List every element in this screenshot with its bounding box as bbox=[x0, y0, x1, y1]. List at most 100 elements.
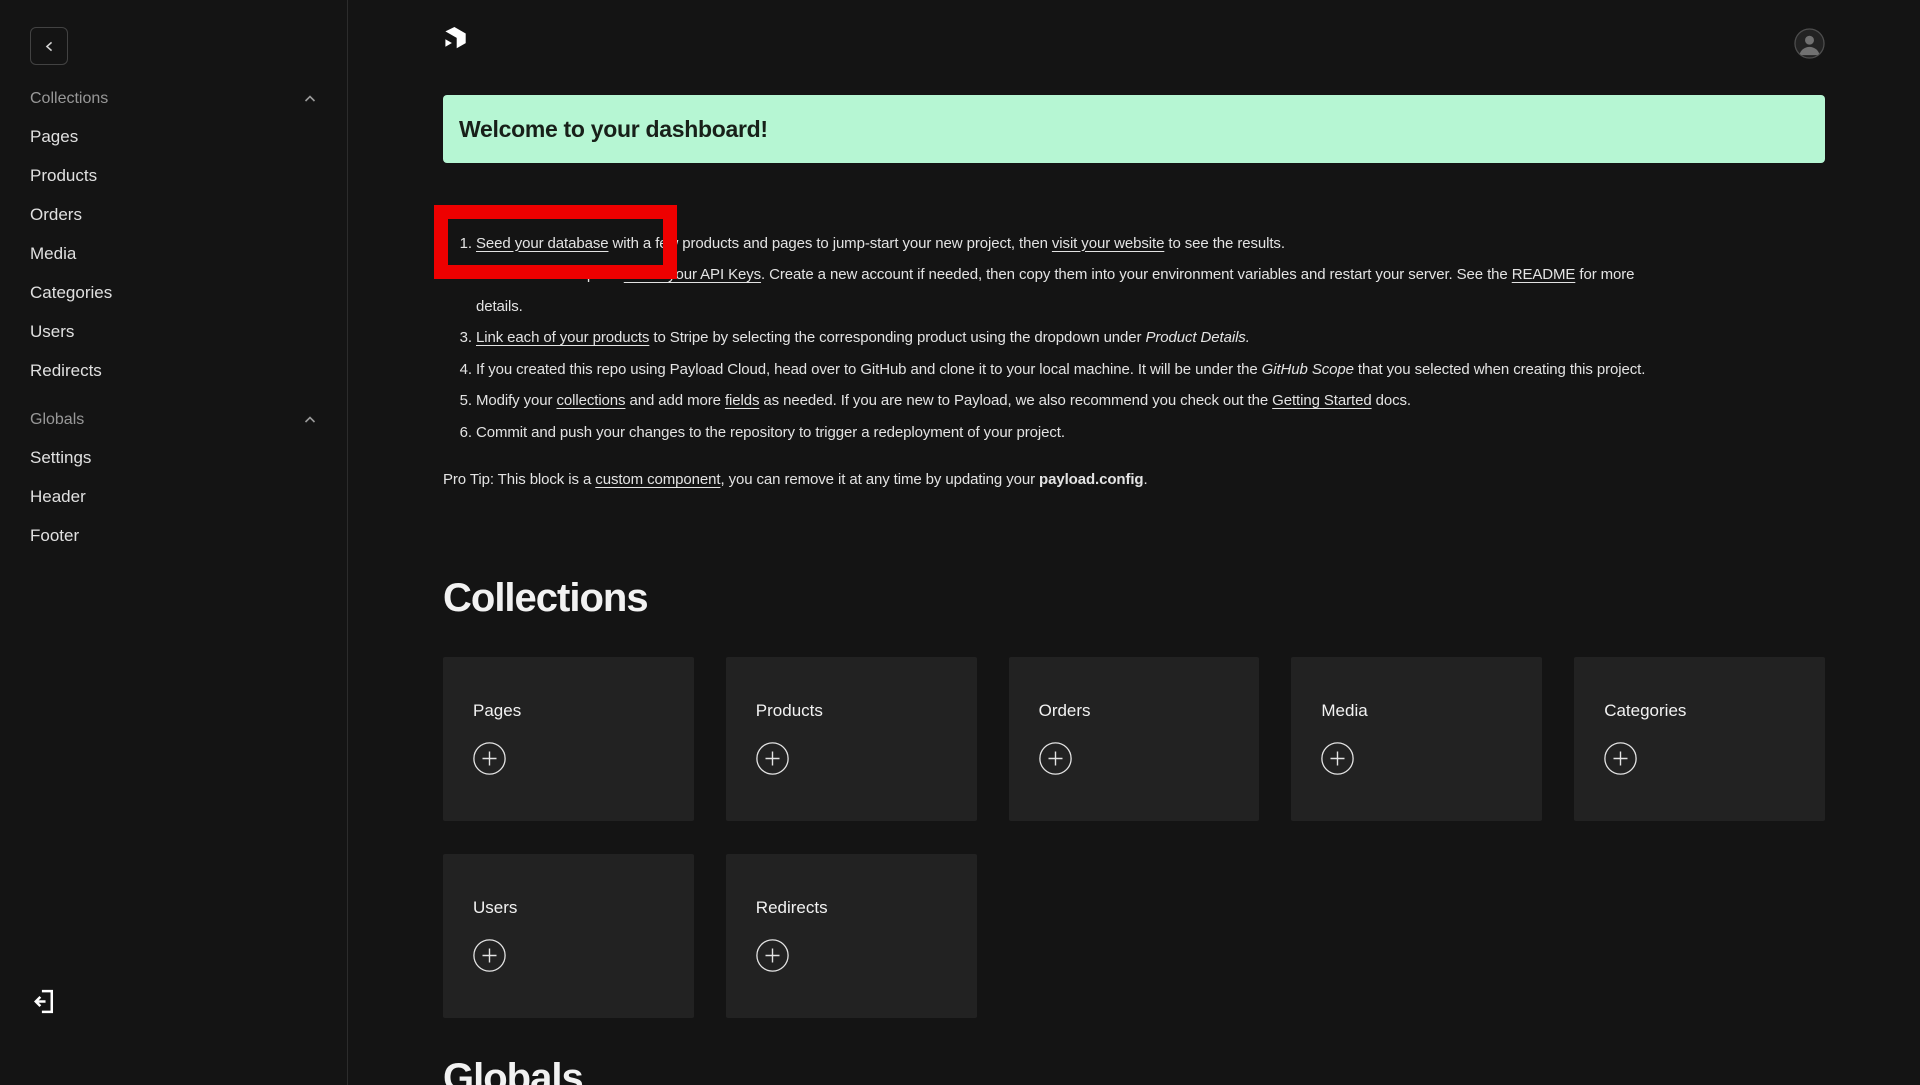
step-item: Link each of your products to Stripe by … bbox=[476, 322, 1825, 354]
card-link-users[interactable]: Users bbox=[473, 898, 517, 918]
card-link-redirects[interactable]: Redirects bbox=[756, 898, 828, 918]
logout-icon bbox=[32, 988, 57, 1015]
text-segment: for more bbox=[1575, 266, 1634, 283]
card-link-categories[interactable]: Categories bbox=[1604, 701, 1686, 721]
text-segment: docs. bbox=[1372, 392, 1411, 409]
inline-link[interactable]: obtain your API Keys bbox=[624, 266, 761, 283]
main-content: Welcome to your dashboard! Here’s what t… bbox=[349, 0, 1920, 1085]
inline-link[interactable]: visit your website bbox=[1052, 235, 1164, 252]
globals-section-toggle[interactable]: Globals bbox=[30, 410, 317, 430]
globals-heading: Globals bbox=[443, 1056, 1825, 1085]
inline-link[interactable]: collections bbox=[557, 392, 626, 409]
create-orders-button[interactable] bbox=[1039, 742, 1072, 775]
create-pages-button[interactable] bbox=[473, 742, 506, 775]
text-segment: with a few products and pages to jump-st… bbox=[608, 235, 1051, 252]
sidebar: Collections Pages Products Orders Media … bbox=[0, 0, 348, 1085]
pro-tip: Pro Tip: This block is a custom componen… bbox=[443, 464, 1825, 496]
chevron-left-icon bbox=[42, 39, 57, 54]
card-categories: Categories bbox=[1574, 657, 1825, 821]
plus-icon bbox=[756, 939, 789, 972]
sidebar-item-pages[interactable]: Pages bbox=[30, 117, 317, 156]
text-segment: Head over to Stripe to bbox=[476, 266, 624, 283]
card-link-products[interactable]: Products bbox=[756, 701, 823, 721]
inline-link[interactable]: Seed your database bbox=[476, 235, 608, 252]
welcome-banner: Welcome to your dashboard! bbox=[443, 95, 1825, 163]
section-label: Globals bbox=[30, 411, 84, 429]
plus-icon bbox=[1604, 742, 1637, 775]
chevron-up-icon bbox=[303, 92, 317, 106]
text-segment: . bbox=[1144, 471, 1148, 488]
steps-list: Seed your database with a few products a… bbox=[443, 228, 1825, 449]
account-avatar[interactable] bbox=[1794, 28, 1825, 59]
sidebar-item-header[interactable]: Header bbox=[30, 477, 317, 516]
nav-group-collections: Collections Pages Products Orders Media … bbox=[30, 89, 317, 390]
sidebar-item-products[interactable]: Products bbox=[30, 156, 317, 195]
create-users-button[interactable] bbox=[473, 939, 506, 972]
collapse-sidebar-button[interactable] bbox=[30, 27, 68, 65]
sidebar-nav: Collections Pages Products Orders Media … bbox=[0, 89, 347, 555]
text-segment: that you selected when creating this pro… bbox=[1354, 361, 1645, 378]
payload-logo-icon bbox=[443, 26, 467, 51]
create-products-button[interactable] bbox=[756, 742, 789, 775]
collections-heading: Collections bbox=[443, 576, 1825, 620]
step-item: If you created this repo using Payload C… bbox=[476, 354, 1825, 386]
card-products: Products bbox=[726, 657, 977, 821]
payload-logo[interactable] bbox=[443, 26, 467, 51]
sidebar-item-orders[interactable]: Orders bbox=[30, 195, 317, 234]
text-segment: If you created this repo using Payload C… bbox=[476, 361, 1262, 378]
topbar bbox=[443, 26, 1825, 59]
chevron-up-icon bbox=[303, 413, 317, 427]
create-redirects-button[interactable] bbox=[756, 939, 789, 972]
card-link-orders[interactable]: Orders bbox=[1039, 701, 1091, 721]
plus-icon bbox=[756, 742, 789, 775]
card-media: Media bbox=[1291, 657, 1542, 821]
logout-button[interactable] bbox=[31, 988, 57, 1015]
sidebar-item-media[interactable]: Media bbox=[30, 234, 317, 273]
step-item: Seed your database with a few products a… bbox=[476, 228, 1825, 260]
inline-link[interactable]: README bbox=[1512, 266, 1576, 283]
text-segment: , you can remove it at any time by updat… bbox=[720, 471, 1039, 488]
step-item: Commit and push your changes to the repo… bbox=[476, 417, 1825, 449]
plus-icon bbox=[1321, 742, 1354, 775]
text-segment: Modify your bbox=[476, 392, 557, 409]
sidebar-item-redirects[interactable]: Redirects bbox=[30, 351, 317, 390]
nav-group-globals: Globals Settings Header Footer bbox=[30, 410, 317, 555]
intro-text: Here’s what to do next: bbox=[443, 196, 1825, 228]
step-item: Head over to Stripe to obtain your API K… bbox=[476, 259, 1825, 322]
card-pages: Pages bbox=[443, 657, 694, 821]
card-orders: Orders bbox=[1009, 657, 1260, 821]
card-link-pages[interactable]: Pages bbox=[473, 701, 521, 721]
plus-icon bbox=[473, 742, 506, 775]
inline-link[interactable]: custom component bbox=[595, 471, 720, 488]
text-segment: Commit and push your changes to the repo… bbox=[476, 424, 1065, 441]
sidebar-item-settings[interactable]: Settings bbox=[30, 438, 317, 477]
create-media-button[interactable] bbox=[1321, 742, 1354, 775]
inline-link[interactable]: Link each of your products bbox=[476, 329, 649, 346]
inline-link[interactable]: Getting Started bbox=[1272, 392, 1371, 409]
inline-link[interactable]: fields bbox=[725, 392, 759, 409]
text-segment: payload.config bbox=[1039, 471, 1143, 488]
sidebar-item-categories[interactable]: Categories bbox=[30, 273, 317, 312]
collections-section-toggle[interactable]: Collections bbox=[30, 89, 317, 109]
plus-icon bbox=[1039, 742, 1072, 775]
collections-grid: Pages Products Orders bbox=[443, 657, 1825, 1018]
step-item: Modify your collections and add more fie… bbox=[476, 385, 1825, 417]
globals-nav-list: Settings Header Footer bbox=[30, 438, 317, 555]
text-segment: Product Details. bbox=[1146, 329, 1250, 346]
sidebar-item-footer[interactable]: Footer bbox=[30, 516, 317, 555]
text-segment: . Create a new account if needed, then c… bbox=[761, 266, 1512, 283]
create-categories-button[interactable] bbox=[1604, 742, 1637, 775]
text-segment: to Stripe by selecting the corresponding… bbox=[649, 329, 1145, 346]
text-segment: and add more bbox=[625, 392, 725, 409]
text-segment: GitHub Scope bbox=[1262, 361, 1354, 378]
plus-icon bbox=[473, 939, 506, 972]
text-segment: to see the results. bbox=[1164, 235, 1285, 252]
sidebar-item-users[interactable]: Users bbox=[30, 312, 317, 351]
card-redirects: Redirects bbox=[726, 854, 977, 1018]
card-link-media[interactable]: Media bbox=[1321, 701, 1367, 721]
welcome-banner-text: Welcome to your dashboard! bbox=[459, 116, 768, 143]
collections-nav-list: Pages Products Orders Media Categories U… bbox=[30, 117, 317, 390]
text-segment: Pro Tip: This block is a bbox=[443, 471, 595, 488]
text-segment: details. bbox=[476, 298, 523, 315]
card-users: Users bbox=[443, 854, 694, 1018]
